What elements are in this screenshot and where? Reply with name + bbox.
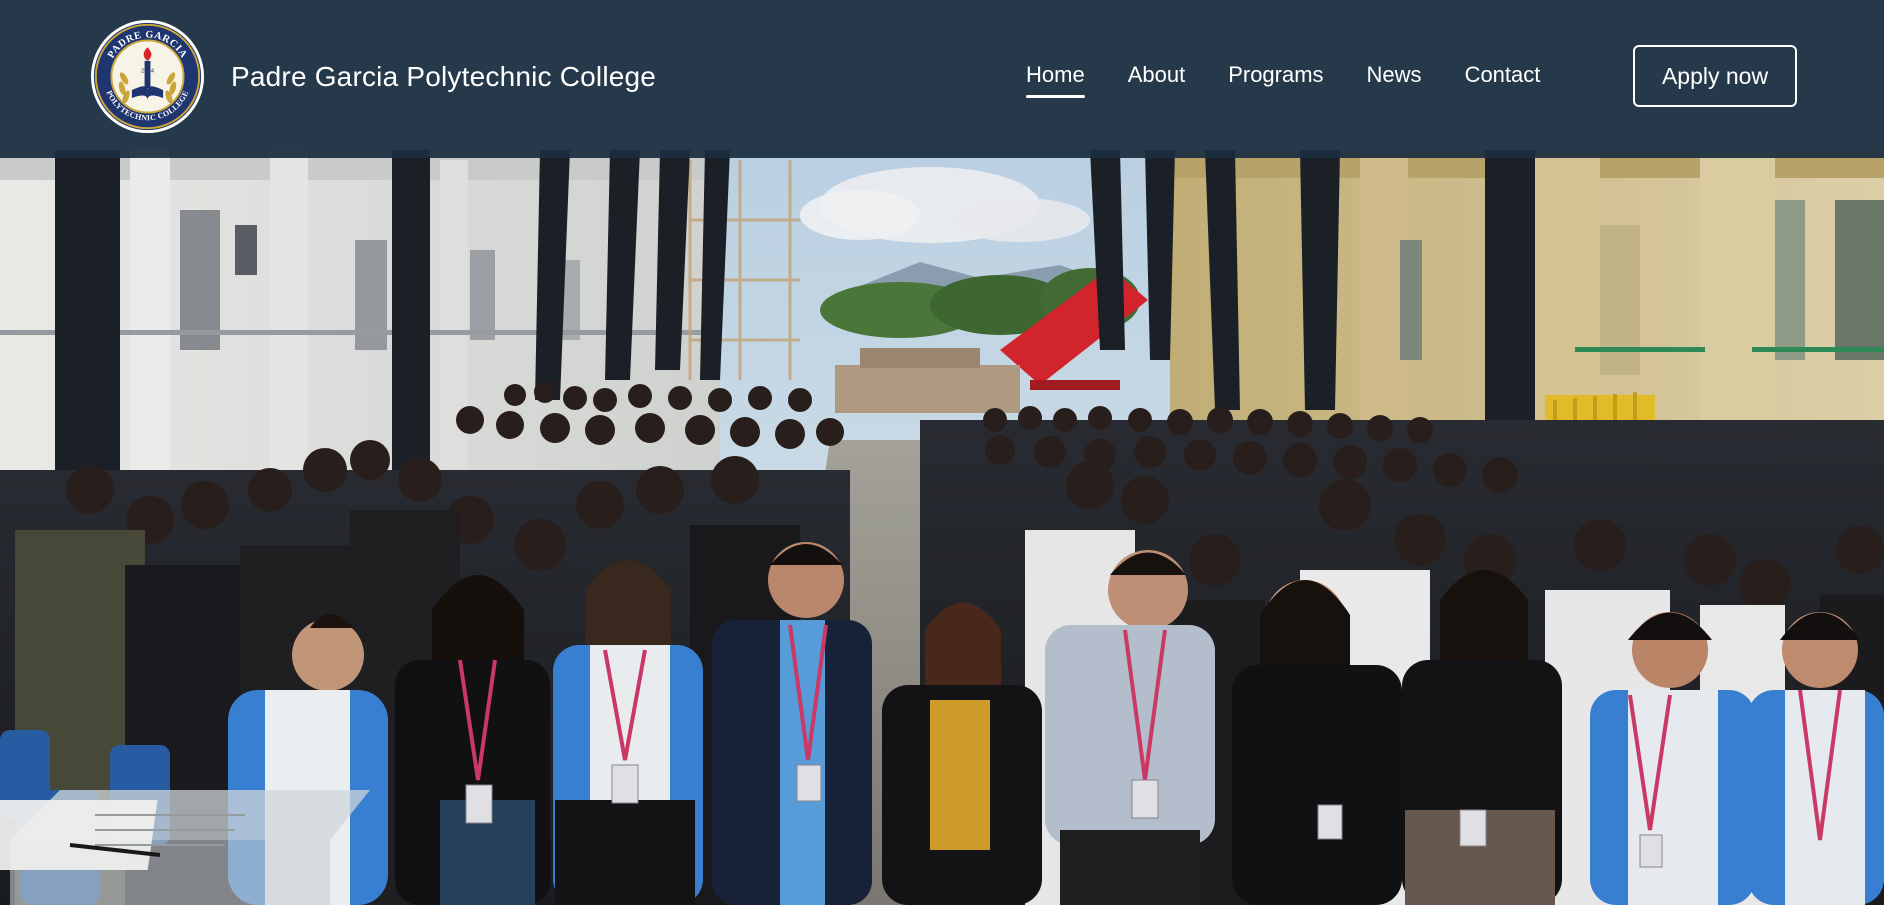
- page: PADRE GARCIA POLYTECHNIC COLLEGE 2024 Pa…: [0, 0, 1884, 905]
- apply-now-button[interactable]: Apply now: [1633, 45, 1797, 107]
- logo-year: 2024: [141, 69, 155, 75]
- nav-contact-link[interactable]: Contact: [1465, 62, 1541, 98]
- main-nav: Home About Programs News Contact: [1026, 62, 1583, 98]
- nav-about-link[interactable]: About: [1128, 62, 1186, 98]
- nav-programs-link[interactable]: Programs: [1228, 62, 1323, 98]
- brand-name: Padre Garcia Polytechnic College: [231, 60, 657, 92]
- site-header: PADRE GARCIA POLYTECHNIC COLLEGE 2024 Pa…: [0, 0, 1884, 158]
- nav-home-link[interactable]: Home: [1026, 62, 1085, 98]
- college-seal-logo: PADRE GARCIA POLYTECHNIC COLLEGE 2024: [90, 19, 205, 134]
- brand-link[interactable]: PADRE GARCIA POLYTECHNIC COLLEGE 2024 Pa…: [89, 18, 656, 135]
- nav-news-link[interactable]: News: [1367, 62, 1422, 98]
